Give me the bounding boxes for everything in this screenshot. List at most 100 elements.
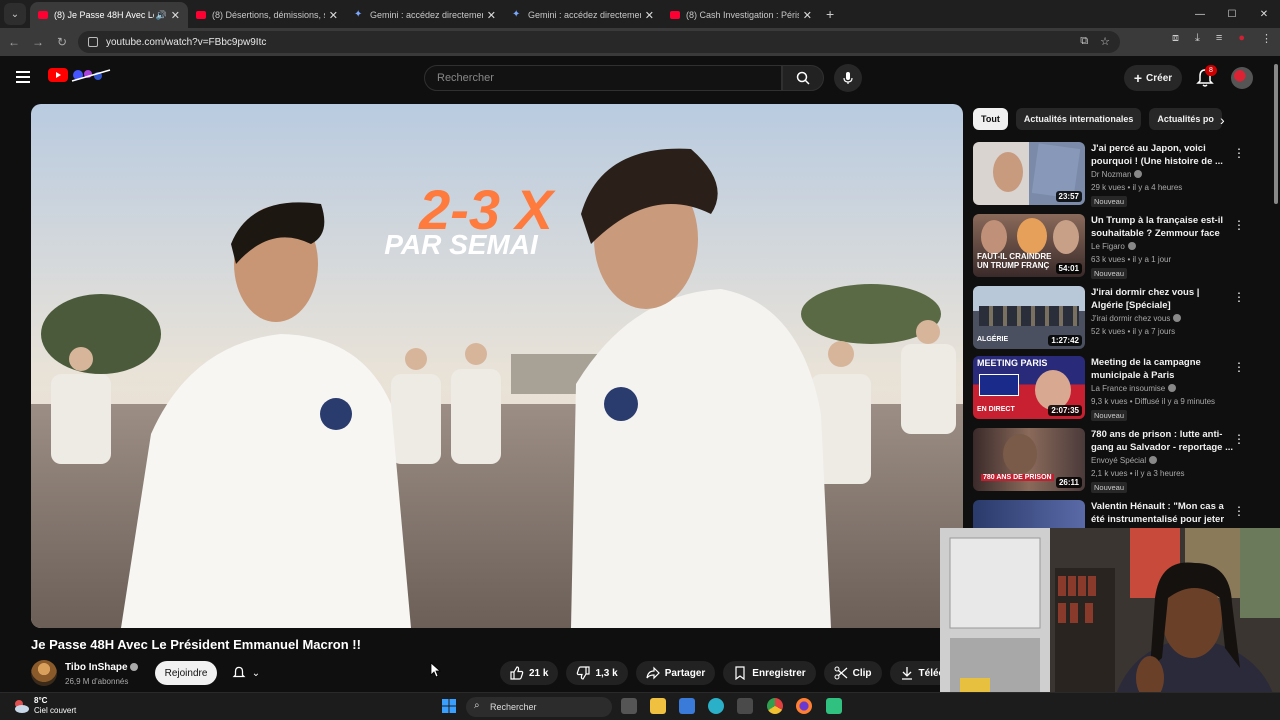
search-input[interactable]: Rechercher [424,65,782,91]
search-button[interactable] [782,65,824,91]
voice-search-button[interactable] [834,64,862,92]
youtube-logo-icon[interactable] [48,68,68,82]
recommended-video[interactable]: ALGÉRIE 1:27:42 J'irai dormir chez vous … [973,286,1273,352]
channel-name-text: Dr Nozman [1091,170,1132,179]
video-thumbnail[interactable]: MEETING PARIS EN DIRECT 2:07:35 [973,356,1085,419]
menu-hamburger-icon[interactable] [16,71,30,83]
video-title: Je Passe 48H Avec Le Président Emmanuel … [31,637,361,652]
clip-button[interactable]: Clip [823,661,882,685]
gemini-icon: ✦ [354,9,363,20]
forward-icon[interactable]: → [26,35,50,49]
more-options-icon[interactable]: ⋮ [1233,290,1245,304]
recommended-video[interactable]: Valentin Hénault : "Mon cas a été instru… [973,500,1273,528]
video-thumbnail[interactable]: 780 ANS DE PRISON 26:11 [973,428,1085,491]
speaker-icon[interactable]: 🔊 [156,10,167,21]
tab-title: Gemini : accédez directement à [528,10,641,20]
channel-name: Envoyé Spécial [1091,456,1158,465]
youtube-doodle-logo[interactable] [70,67,112,83]
close-window-icon[interactable]: ✕ [1248,9,1280,20]
cast-icon[interactable]: ⧉ [1080,35,1088,48]
extensions-icon[interactable]: ⧈ [1172,32,1179,45]
tab-gemini-1[interactable]: ✦ Gemini : accédez directement à ✕ [346,2,504,28]
gemini-icon: ✦ [512,9,521,20]
store-icon[interactable] [679,698,695,714]
video-thumbnail[interactable]: FAUT-IL CRAINDRE UN TRUMP FRANÇ 54:01 [973,214,1085,277]
chevron-down-icon: ⌄ [251,667,261,679]
site-info-icon[interactable] [88,37,98,47]
minimize-icon[interactable]: — [1184,9,1216,20]
weather-cloudy-icon[interactable] [12,697,30,715]
video-title: Meeting de la campagne municipale à Pari… [1091,357,1201,381]
url-field[interactable]: youtube.com/watch?v=FBbc9pw9Itc ⧉ ☆ [78,31,1120,53]
new-tab-button[interactable]: + [826,6,834,22]
reading-list-icon[interactable]: ≡ [1216,32,1222,45]
subscription-notifications-button[interactable]: ⌄ [222,661,270,685]
chip-political-news[interactable]: Actualités po [1149,108,1222,130]
verified-icon [1173,314,1182,322]
chip-all[interactable]: Tout [973,108,1008,130]
file-explorer-icon[interactable] [650,698,666,714]
page-scrollbar[interactable] [1272,64,1280,214]
more-options-icon[interactable]: ⋮ [1233,504,1245,518]
channel-name[interactable]: Tibo InShape [65,662,139,673]
join-button[interactable]: Rejoindre [155,661,217,685]
video-thumbnail[interactable] [973,500,1085,528]
tab-gemini-2[interactable]: ✦ Gemini : accédez directement à ✕ [504,2,662,28]
chip-international-news[interactable]: Actualités internationales [1015,108,1142,130]
more-options-icon[interactable]: ⋮ [1233,218,1245,232]
menu-icon[interactable]: ⋮ [1261,32,1272,45]
share-label: Partager [664,667,706,679]
recommended-video[interactable]: FAUT-IL CRAINDRE UN TRUMP FRANÇ 54:01 Un… [973,214,1273,280]
tab-search-button[interactable]: ⌄ [4,3,26,25]
windows-start-icon[interactable] [441,698,457,714]
chrome-icon[interactable] [767,698,783,714]
new-badge: Nouveau [1091,196,1128,207]
taskbar-search-label: Rechercher [490,702,537,712]
close-icon[interactable]: ✕ [487,9,496,22]
account-avatar[interactable] [1231,67,1253,89]
more-options-icon[interactable]: ⋮ [1233,432,1245,446]
more-options-icon[interactable]: ⋮ [1233,360,1245,374]
profile-icon[interactable]: ● [1238,32,1245,45]
close-icon[interactable]: ✕ [329,9,338,22]
microsoft-store-icon[interactable] [737,698,753,714]
thumbnail-caption: 780 ANS DE PRISON [981,474,1054,481]
tab-youtube-desertions[interactable]: (8) Désertions, démissions, suic ✕ [188,2,346,28]
bookmark-star-icon[interactable]: ☆ [1100,35,1110,48]
taskbar-search[interactable]: ⌕ Rechercher [466,697,612,717]
close-icon[interactable]: ✕ [645,9,654,22]
recommended-video[interactable]: MEETING PARIS EN DIRECT 2:07:35 Meeting … [973,356,1273,422]
close-icon[interactable]: ✕ [803,9,812,22]
edge-icon[interactable] [708,698,724,714]
more-options-icon[interactable]: ⋮ [1233,146,1245,160]
channel-name: J'irai dormir chez vous [1091,314,1182,323]
chevron-right-icon[interactable]: › [1220,112,1225,128]
reload-icon[interactable]: ↻ [50,35,74,49]
firefox-icon[interactable] [796,698,812,714]
tab-youtube-macron[interactable]: (8) Je Passe 48H Avec Le Pr 🔊 ✕ [30,2,188,28]
verified-icon [1149,456,1158,464]
recommended-video[interactable]: 780 ANS DE PRISON 26:11 780 ans de priso… [973,428,1273,494]
close-icon[interactable]: ✕ [171,9,180,22]
create-button[interactable]: + Créer [1124,65,1182,91]
save-button[interactable]: Enregistrer [723,661,816,685]
weather-widget[interactable]: 8°C Ciel couvert [34,696,76,716]
verified-icon [1168,384,1177,392]
like-button[interactable]: 21 k [500,661,559,685]
channel-name-text: La France insoumise [1091,384,1166,393]
app-icon[interactable] [826,698,842,714]
task-view-icon[interactable] [621,698,637,714]
share-button[interactable]: Partager [635,661,716,685]
video-player[interactable]: 2-3 X PAR SEMAI [31,104,963,628]
back-icon[interactable]: ← [2,35,26,49]
video-thumbnail[interactable]: ALGÉRIE 1:27:42 [973,286,1085,349]
tab-youtube-cash[interactable]: (8) Cash Investigation : Périscol ✕ [662,2,820,28]
recommended-video[interactable]: 23:57 J'ai percé au Japon, voici pourquo… [973,142,1273,208]
maximize-icon[interactable]: ☐ [1216,9,1248,20]
dislike-button[interactable]: 1,3 k [566,661,628,685]
save-label: Enregistrer [752,667,806,679]
scissors-icon [834,666,848,680]
download-icon[interactable]: ⤓ [1195,32,1200,45]
channel-avatar[interactable] [31,660,57,686]
video-thumbnail[interactable]: 23:57 [973,142,1085,205]
